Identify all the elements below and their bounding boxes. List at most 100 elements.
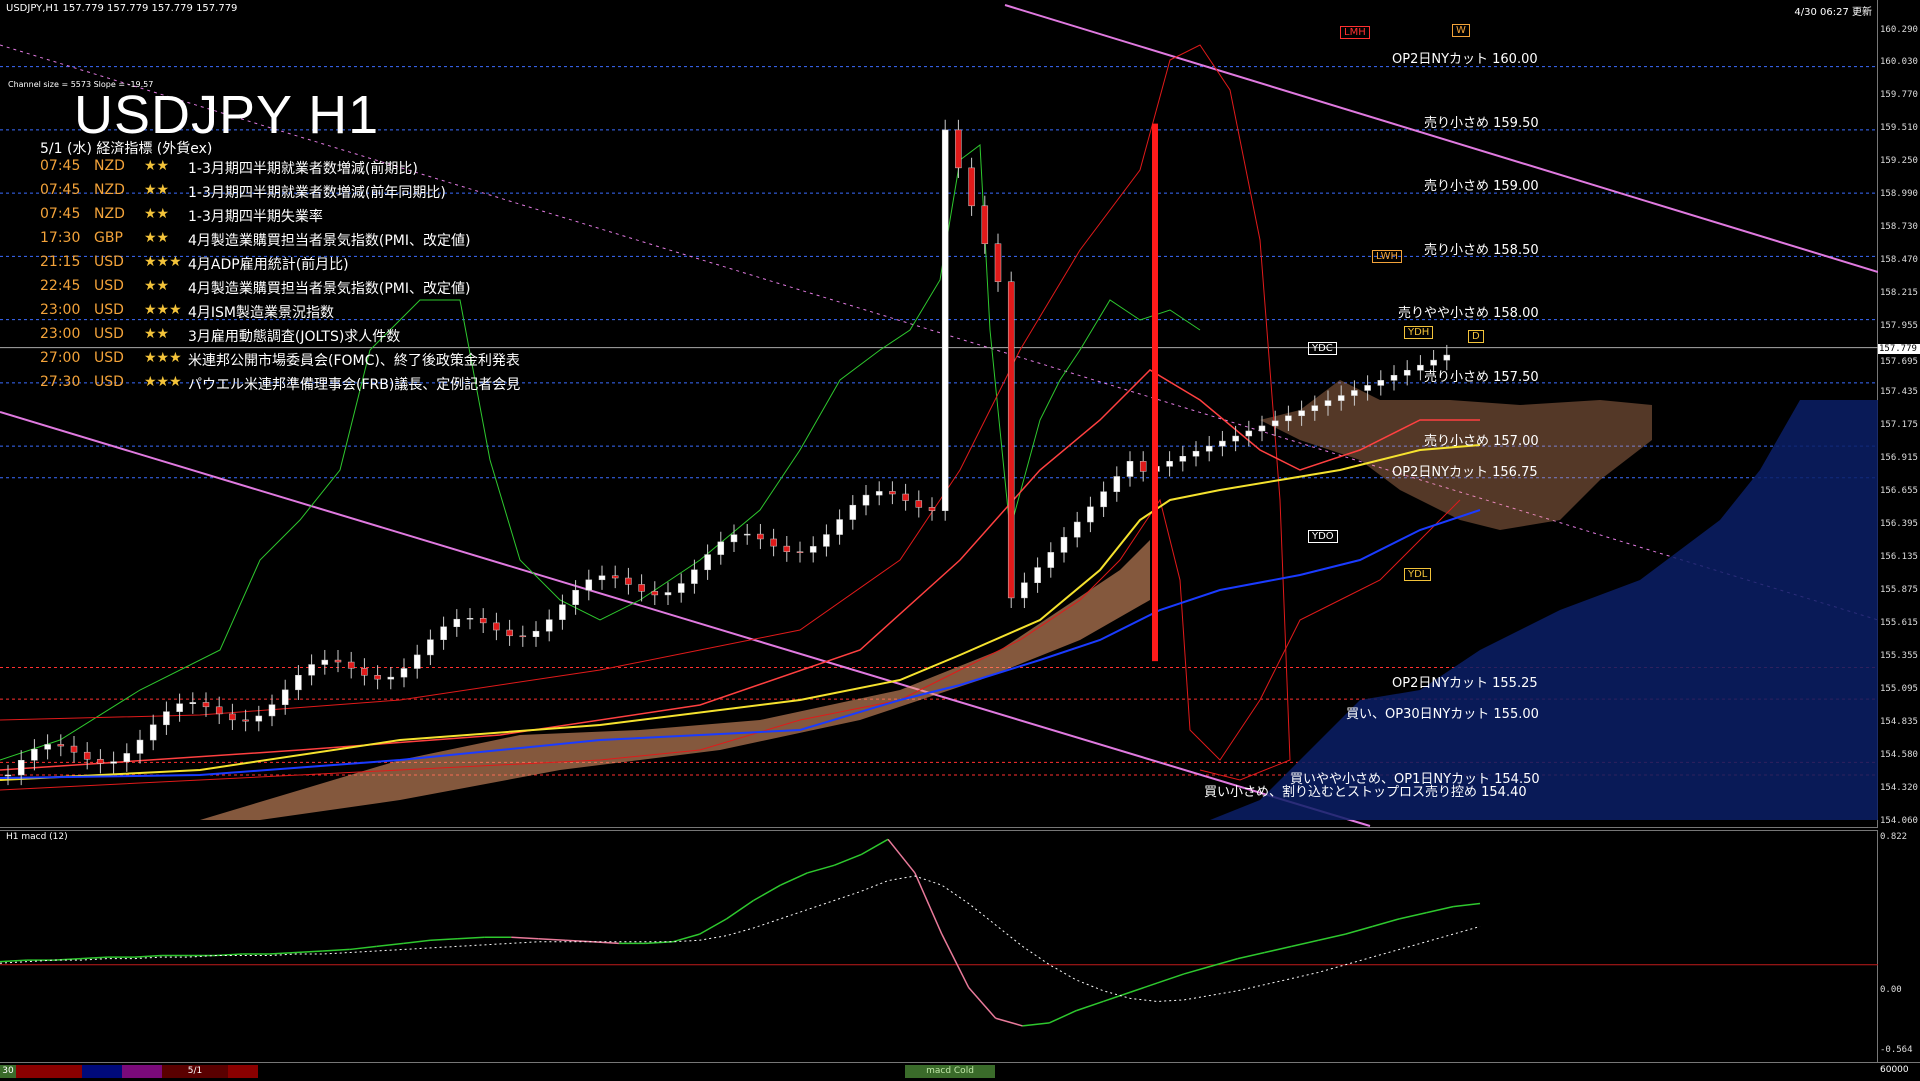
server-time: 4/30 06:27 更新: [1794, 7, 1872, 18]
candle-body: [334, 659, 342, 663]
candle-body: [981, 205, 989, 245]
candle-body: [1271, 420, 1279, 427]
price-tick: 156.915: [1880, 453, 1918, 463]
candle-body: [387, 676, 395, 680]
event-currency: USD: [94, 278, 124, 294]
candle-body: [955, 129, 962, 169]
macd-main-segment: [914, 872, 943, 935]
bottom-segment-red-2[interactable]: [228, 1065, 258, 1078]
macd-canvas[interactable]: [0, 831, 1878, 1063]
macd-main-segment: [1237, 951, 1265, 960]
candle-body: [994, 243, 1002, 282]
macd-main-segment: [1076, 1000, 1104, 1012]
candle-body: [862, 494, 870, 506]
candle-body: [585, 579, 593, 591]
event-importance: ★★: [144, 326, 170, 342]
macd-main-segment: [1372, 918, 1400, 928]
event-currency: NZD: [94, 158, 125, 174]
tag-d: D: [1468, 330, 1484, 343]
candle-body: [57, 744, 65, 747]
macd-main-segment: [295, 950, 323, 954]
candle-body: [268, 704, 276, 717]
bottom-segment-date[interactable]: 5/1: [162, 1065, 228, 1078]
candle-body: [1060, 536, 1068, 553]
candle-body: [374, 675, 381, 680]
price-axis[interactable]: 160.290 160.030 159.770 159.510 159.250 …: [1878, 0, 1920, 828]
candle-body: [1403, 369, 1411, 376]
level-label: 買い、OP30日NYカット 155.00: [1346, 707, 1539, 722]
macd-label: H1 macd (12): [6, 832, 68, 842]
candle-body: [295, 674, 302, 691]
candle-body: [400, 668, 408, 678]
candle-body: [770, 538, 777, 547]
price-tick: 160.030: [1880, 57, 1918, 67]
candle-body: [506, 629, 513, 637]
price-tick: 155.875: [1880, 585, 1918, 595]
candle-body: [1113, 476, 1121, 492]
candle-body: [215, 706, 223, 715]
symbol-header: USDJPY,H1 157.779 157.779 157.779 157.77…: [6, 3, 238, 14]
event-title: 米連邦公開市場委員会(FOMC)、終了後政策金利発表: [188, 353, 520, 369]
tab-macd[interactable]: macd Cold: [905, 1065, 995, 1078]
price-tick: 158.990: [1880, 189, 1918, 199]
event-title: 1-3月期四半期失業率: [188, 209, 323, 225]
candle-body: [1258, 425, 1266, 432]
macd-main-segment: [1156, 973, 1185, 984]
event-title: 1-3月期四半期就業者数増減(前期比): [188, 161, 418, 177]
candle-body: [427, 639, 434, 656]
bottom-bar: 30 5/1 macd Cold 60000: [0, 1062, 1920, 1081]
bottom-segment-navy[interactable]: [82, 1065, 122, 1078]
chart-window[interactable]: USDJPY,H1 157.779 157.779 157.779 157.77…: [0, 0, 1920, 1081]
candle-body: [1179, 456, 1187, 462]
bottom-segment-purple[interactable]: [122, 1065, 162, 1078]
candle-body: [1311, 405, 1319, 411]
candle-body: [70, 745, 78, 753]
macd-main-segment: [1264, 945, 1292, 954]
candle-body: [1245, 430, 1253, 437]
event-currency: GBP: [94, 230, 123, 246]
price-tick: 159.250: [1880, 156, 1918, 166]
macd-main-segment: [538, 937, 566, 942]
bottom-segment-start[interactable]: 30: [0, 1065, 16, 1078]
current-price-badge: 157.779: [1878, 344, 1920, 354]
price-tick: 156.135: [1880, 552, 1918, 562]
macd-main-segment: [780, 872, 808, 886]
bottom-segment-red[interactable]: [16, 1065, 82, 1078]
macd-main-segment: [269, 951, 297, 955]
event-importance: ★★★: [144, 374, 182, 390]
macd-main-segment: [1022, 1022, 1050, 1027]
candle-body: [1139, 461, 1147, 472]
candle-body: [453, 618, 461, 627]
candle-body: [229, 713, 236, 721]
event-currency: NZD: [94, 206, 125, 222]
macd-main-segment: [80, 956, 108, 960]
candle-body: [1417, 364, 1424, 371]
macd-main-segment: [1426, 905, 1454, 914]
macd-main-segment: [376, 942, 404, 948]
macd-tick: 0.00: [1880, 985, 1902, 995]
tag-lwh: LWH: [1372, 250, 1403, 263]
macd-axis[interactable]: 0.822 0.00 -0.564: [1878, 830, 1920, 1062]
price-tick: 159.770: [1880, 90, 1918, 100]
price-tick: 155.355: [1880, 651, 1918, 661]
candle-body: [941, 129, 949, 511]
candle-body: [1337, 395, 1345, 401]
candle-body: [1390, 375, 1398, 381]
event-importance: ★★: [144, 158, 170, 174]
channel-upper-line: [1004, 4, 1878, 273]
macd-main-segment: [457, 936, 485, 940]
candle-body: [572, 589, 579, 605]
candle-body: [149, 724, 157, 741]
tag-ydo: YDO: [1308, 530, 1338, 543]
candle-body: [796, 551, 804, 553]
candle-body: [347, 661, 355, 669]
event-importance: ★★: [144, 206, 170, 222]
macd-pane[interactable]: [0, 830, 1878, 1062]
tag-ydc: YDC: [1308, 342, 1337, 355]
event-currency: NZD: [94, 182, 125, 198]
candle-body: [440, 626, 447, 640]
event-title: 4月ADP雇用統計(前月比): [188, 257, 349, 273]
level-label: 売り小さめ 159.00: [1424, 179, 1539, 194]
candle-body: [889, 491, 896, 495]
spike-candle: [1152, 123, 1158, 662]
